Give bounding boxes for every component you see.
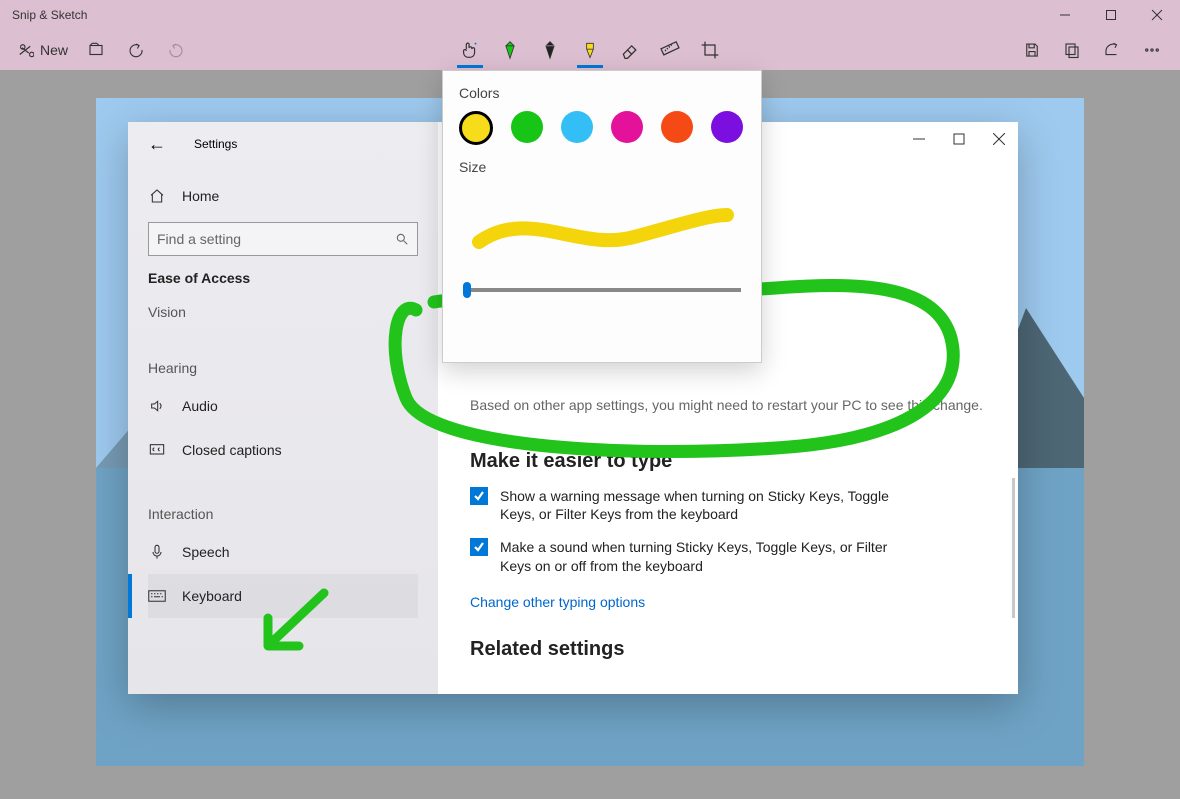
checkbox-checked-icon <box>470 538 488 556</box>
copy-button[interactable] <box>1052 30 1092 70</box>
sidebar-item-audio[interactable]: Audio <box>148 384 418 428</box>
redo-button[interactable] <box>156 30 196 70</box>
checkbox-warning-message[interactable]: Show a warning message when turning on S… <box>470 487 986 525</box>
inner-close-button[interactable] <box>992 132 1006 146</box>
undo-button[interactable] <box>116 30 156 70</box>
sidebar-home[interactable]: Home <box>148 174 418 218</box>
new-snip-button[interactable]: New <box>8 30 76 70</box>
checkbox-make-sound[interactable]: Make a sound when turning Sticky Keys, T… <box>470 538 986 576</box>
close-button[interactable] <box>1134 0 1180 30</box>
highlighter-options-popover: Colors Size <box>442 70 762 363</box>
checkbox-checked-icon <box>470 487 488 505</box>
back-button[interactable]: ← <box>148 134 166 155</box>
home-icon <box>148 188 166 204</box>
size-label: Size <box>459 159 745 175</box>
touch-writing-tool[interactable] <box>450 30 490 70</box>
highlighter-tool[interactable] <box>570 30 610 70</box>
settings-sidebar: ← Settings Home Find a setting Ease of A… <box>128 122 438 694</box>
sidebar-home-label: Home <box>182 188 219 204</box>
sidebar-item-speech[interactable]: Speech <box>148 530 418 574</box>
sidebar-item-keyboard[interactable]: Keyboard <box>148 574 418 618</box>
color-swatch[interactable] <box>611 111 643 143</box>
size-slider[interactable] <box>463 288 741 292</box>
share-button[interactable] <box>1092 30 1132 70</box>
audio-icon <box>148 398 166 414</box>
checkbox-label: Show a warning message when turning on S… <box>500 487 920 525</box>
sidebar-group-vision: Vision <box>148 304 418 320</box>
slider-thumb[interactable] <box>463 282 471 298</box>
search-input[interactable]: Find a setting <box>148 222 418 256</box>
closed-captions-icon <box>148 443 166 457</box>
color-swatch[interactable] <box>459 111 493 145</box>
sidebar-item-closed-captions[interactable]: Closed captions <box>148 428 418 472</box>
link-change-typing-options[interactable]: Change other typing options <box>470 594 986 610</box>
checkbox-label: Make a sound when turning Sticky Keys, T… <box>500 538 920 576</box>
microphone-icon <box>148 544 166 560</box>
section-related-settings: Related settings <box>470 638 986 661</box>
sidebar-section-heading: Ease of Access <box>148 270 418 286</box>
new-button-label: New <box>40 42 68 58</box>
color-swatch[interactable] <box>661 111 693 143</box>
eraser-tool[interactable] <box>610 30 650 70</box>
search-icon <box>395 232 409 246</box>
color-swatches <box>459 111 745 145</box>
color-swatch[interactable] <box>711 111 743 143</box>
sidebar-item-label: Audio <box>182 398 218 414</box>
section-make-easier-to-type: Make it easier to type <box>470 450 986 473</box>
crop-tool[interactable] <box>690 30 730 70</box>
sidebar-item-label: Closed captions <box>182 442 282 458</box>
toolbar: New <box>0 30 1180 70</box>
open-file-button[interactable] <box>76 30 116 70</box>
minimize-button[interactable] <box>1042 0 1088 30</box>
sidebar-item-label: Keyboard <box>182 588 242 604</box>
keyboard-icon <box>148 590 166 602</box>
save-button[interactable] <box>1012 30 1052 70</box>
ballpoint-pen-tool[interactable] <box>490 30 530 70</box>
more-button[interactable] <box>1132 30 1172 70</box>
color-swatch[interactable] <box>561 111 593 143</box>
sidebar-group-interaction: Interaction <box>148 506 418 522</box>
titlebar: Snip & Sketch <box>0 0 1180 30</box>
inner-minimize-button[interactable] <box>912 132 926 146</box>
color-swatch[interactable] <box>511 111 543 143</box>
app-title: Snip & Sketch <box>12 8 87 22</box>
ruler-tool[interactable] <box>650 30 690 70</box>
sidebar-group-hearing: Hearing <box>148 360 418 376</box>
pencil-tool[interactable] <box>530 30 570 70</box>
scrollbar-thumb[interactable] <box>1012 478 1015 618</box>
search-placeholder: Find a setting <box>157 231 395 247</box>
colors-label: Colors <box>459 85 745 101</box>
maximize-button[interactable] <box>1088 0 1134 30</box>
restart-hint: Based on other app settings, you might n… <box>470 396 986 416</box>
stroke-preview <box>459 197 739 257</box>
sidebar-item-label: Speech <box>182 544 229 560</box>
settings-window-title: Settings <box>194 137 237 151</box>
inner-maximize-button[interactable] <box>952 132 966 146</box>
